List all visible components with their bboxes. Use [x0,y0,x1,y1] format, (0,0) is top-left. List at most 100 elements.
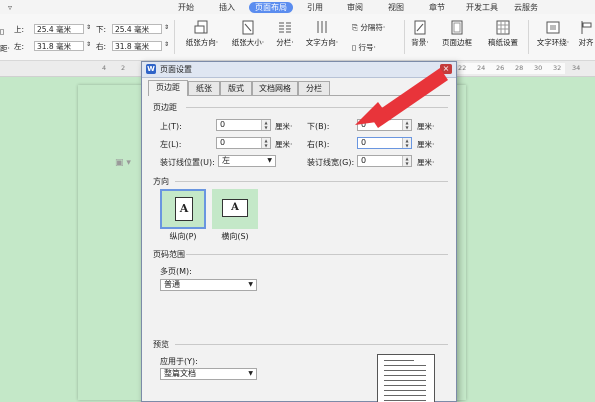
left-margin-input[interactable]: 0 ▲ ▼ [216,137,271,149]
paper-setup-label: 稿纸设置 [488,38,518,47]
chevron-down-icon: ▼ [267,157,272,164]
right-margin-unit-dropdown[interactable]: 厘米· [417,139,434,150]
group-divider [175,181,448,182]
tab-document-grid[interactable]: 文档网格 [252,81,298,95]
top-margin-label: 上: [14,25,25,34]
multiple-pages-select[interactable]: 普通 ▼ [160,279,257,291]
tab-layout[interactable]: 版式 [220,81,252,95]
tab-sections[interactable]: 章节 [423,2,451,13]
tab-margins[interactable]: 页边距 [148,80,188,96]
paper-setup-button[interactable]: 稿纸设置 [482,20,524,48]
spinner-icon[interactable]: ▲ ▼ [402,120,411,130]
breaks-label: 分隔符· [360,23,386,32]
columns-button[interactable]: 分栏· [272,20,298,48]
text-wrap-button[interactable]: 文字环绕· [530,20,576,48]
portrait-label[interactable]: 纵向(P) [160,231,206,242]
portrait-option[interactable]: A [160,189,206,229]
landscape-page-icon: A [222,199,248,217]
ruler-tick: 30 [534,64,543,72]
landscape-label[interactable]: 横向(S) [212,231,258,242]
right-margin-spinner[interactable]: ⇕ [164,41,169,48]
top-margin-spinner[interactable]: ⇕ [86,24,91,31]
paragraph-layout-icon[interactable]: ▣ ▾ [115,158,131,168]
preview-group-title: 预览 [153,340,169,349]
spinner-icon[interactable]: ▲ ▼ [261,138,270,148]
paper-size-label: 纸张大小· [231,38,265,47]
quick-access-dropdown-icon[interactable]: ▿ [2,2,18,13]
dialog-title-bar[interactable]: W 页面设置 × [142,62,456,78]
margins-preset-icon[interactable]: ▯ [0,27,4,36]
page-border-label: 页面边框 [442,38,472,47]
text-wrap-icon [546,21,560,34]
tab-page-layout[interactable]: 页面布局 [249,2,293,13]
tab-review[interactable]: 审阅 [341,2,369,13]
gutter-width-label: 装订线宽(G): [307,158,355,167]
left-margin-label: 左: [14,42,25,51]
breaks-button[interactable]: ⎘ 分隔符· [352,22,385,33]
left-margin-unit-dropdown[interactable]: 厘米· [275,139,292,150]
spinner-icon[interactable]: ▲ ▼ [402,138,411,148]
close-icon[interactable]: × [440,64,452,74]
tab-columns[interactable]: 分栏 [298,81,330,95]
tab-developer[interactable]: 开发工具 [460,2,504,13]
right-margin-input[interactable]: 0 ▲ ▼ [357,137,412,149]
top-margin-unit-dropdown[interactable]: 厘米· [275,121,292,132]
right-margin-label: 右: [96,42,107,51]
ruler-tick: 2 [121,64,126,72]
top-margin-label: 上(T): [160,122,182,131]
bottom-margin-unit-dropdown[interactable]: 厘米· [417,121,434,132]
margins-group-title: 页边距 [153,103,177,112]
margins-label[interactable]: 距· [0,43,10,54]
landscape-option[interactable]: A [212,189,258,229]
group-divider [186,107,448,108]
gutter-width-unit-dropdown[interactable]: 厘米· [417,157,434,168]
tab-paper[interactable]: 纸张 [188,81,220,95]
left-margin-input[interactable]: 31.8 毫米 [34,41,84,51]
gutter-position-label: 装订线位置(U): [160,158,215,167]
apply-to-select[interactable]: 整篇文档 ▼ [160,368,257,380]
left-margin-label: 左(L): [160,140,182,149]
text-direction-icon [317,21,327,33]
top-margin-input[interactable]: 0 ▲ ▼ [216,119,271,131]
ruler-tick: 28 [515,64,524,72]
left-margin-spinner[interactable]: ⇕ [86,41,91,48]
bottom-margin-label: 下(B): [307,122,330,131]
top-margin-input[interactable]: 25.4 毫米 [34,24,84,34]
text-direction-button[interactable]: 文字方向· [302,20,342,48]
right-margin-input[interactable]: 31.8 毫米 [112,41,162,51]
page-preview [377,354,435,402]
bottom-margin-input[interactable]: 25.4 毫米 [112,24,162,34]
page-border-button[interactable]: 页面边框 [438,20,476,48]
gutter-position-select[interactable]: 左 ▼ [218,155,276,167]
ruler-tick: 32 [553,64,562,72]
columns-icon [279,22,291,33]
align-button[interactable]: 对齐 [577,20,595,48]
tab-divider [148,95,450,96]
spinner-icon[interactable]: ▲ ▼ [402,156,411,166]
tab-home[interactable]: 开始 [172,2,200,13]
apply-to-label: 应用于(Y): [160,357,198,366]
tab-cloud-service[interactable]: 云服务 [508,2,544,13]
bottom-margin-input[interactable]: 0 ▲ ▼ [357,119,412,131]
background-icon [414,20,426,35]
tab-view[interactable]: 视图 [382,2,410,13]
ruler-tick: 34 [572,64,581,72]
ruler-tick: 4 [102,64,107,72]
line-numbers-button[interactable]: ▯ 行号· [352,42,376,53]
paper-orientation-button[interactable]: 纸张方向· [180,20,224,48]
bottom-margin-spinner[interactable]: ⇕ [164,24,169,31]
columns-label: 分栏· [276,38,294,47]
spinner-icon[interactable]: ▲ ▼ [261,120,270,130]
background-button[interactable]: 背景· [406,20,434,48]
ruler-tick: 22 [458,64,467,72]
chevron-down-icon: ▼ [248,281,253,288]
text-direction-label: 文字方向· [305,38,339,47]
paper-size-button[interactable]: 纸张大小· [226,20,270,48]
tab-insert[interactable]: 插入 [213,2,241,13]
align-label: 对齐 [578,38,594,47]
gutter-width-input[interactable]: 0 ▲ ▼ [357,155,412,167]
paper-setup-icon [496,20,510,35]
chevron-down-icon: ▼ [248,370,253,377]
tab-references[interactable]: 引用 [301,2,329,13]
pages-group-title: 页码范围 [153,250,185,259]
